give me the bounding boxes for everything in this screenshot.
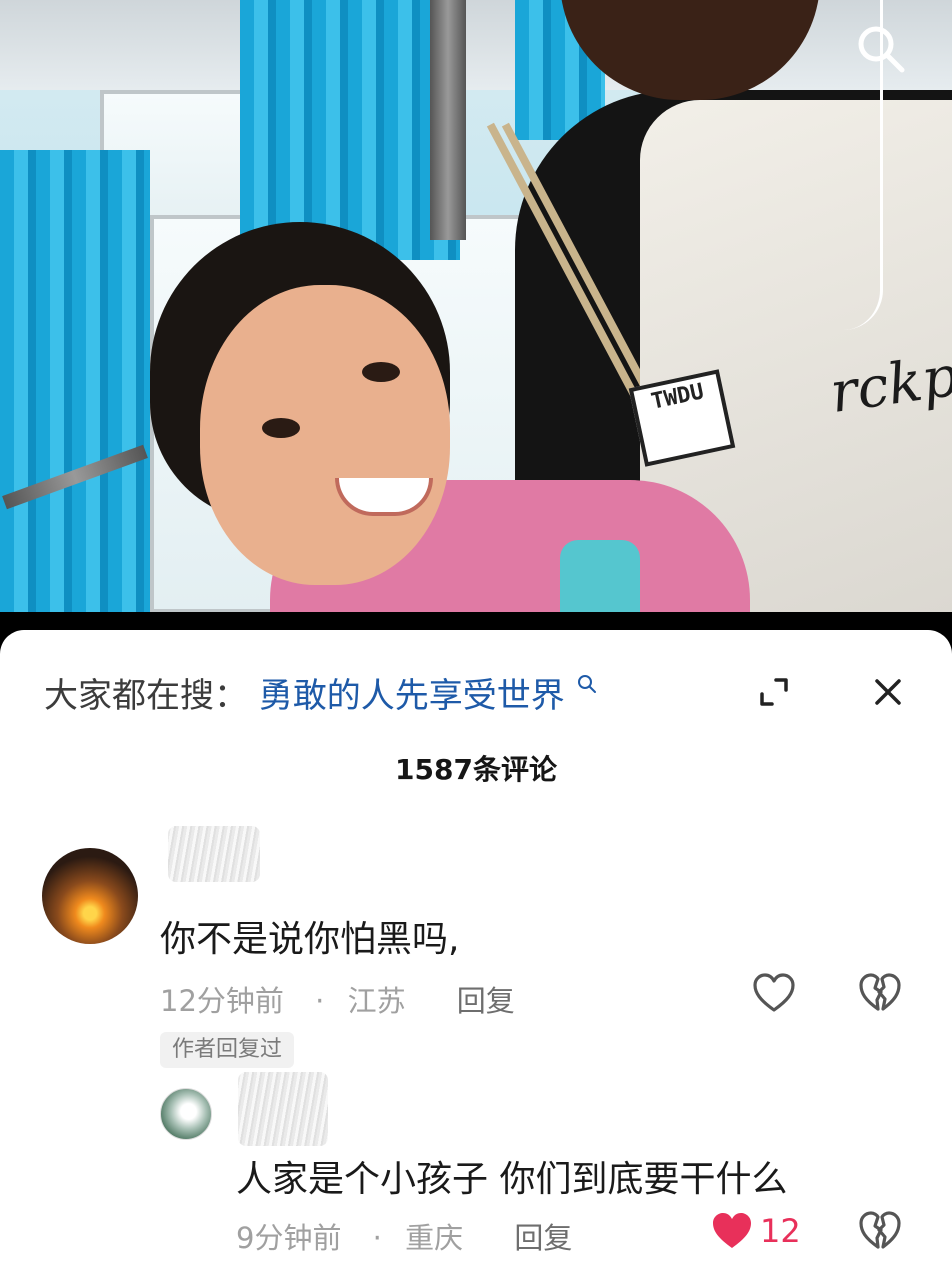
backpack-strap — [560, 540, 640, 612]
video-photo[interactable]: TWDU rckpo — [0, 0, 952, 612]
reply-button[interactable]: 回复 — [514, 1221, 572, 1255]
comment-meta: 12分钟前 · 江苏 回复 — [160, 978, 515, 1020]
search-icon — [577, 674, 596, 693]
author-replied-badge: 作者回复过 — [160, 1032, 295, 1068]
reply-text: 人家是个小孩子 你们到底要干什么 — [236, 1159, 788, 1200]
broken-heart-icon — [859, 1211, 901, 1249]
search-icon — [858, 26, 905, 73]
dislike-button[interactable] — [858, 1210, 902, 1255]
grab-pole — [430, 0, 466, 240]
like-count: 12 — [760, 1212, 801, 1250]
heart-icon — [753, 973, 795, 1012]
comment-location: 江苏 — [347, 984, 406, 1018]
hot-search-bar: 大家都在搜： 勇敢的人先享受世界 — [44, 668, 598, 717]
close-button[interactable] — [866, 670, 910, 714]
meta-separator: · — [372, 1221, 382, 1255]
reply-time: 9分钟前 — [236, 1221, 342, 1255]
broken-heart-icon — [859, 973, 901, 1011]
avatar[interactable] — [42, 848, 138, 944]
heart-icon — [713, 1213, 751, 1248]
avatar[interactable] — [160, 1088, 212, 1140]
reply-meta: 9分钟前 · 重庆 回复 — [236, 1215, 572, 1257]
girl-eye-right — [362, 362, 400, 382]
dislike-button[interactable] — [858, 972, 902, 1017]
comment-sheet: 大家都在搜： 勇敢的人先享受世界 1587条评论 你不是说你怕黑吗, 12分钟前… — [0, 630, 952, 1280]
search-button[interactable] — [852, 20, 908, 76]
curtain-left — [0, 150, 150, 612]
expand-icon — [760, 678, 788, 706]
comments-count: 1587条评论 — [395, 753, 557, 786]
hot-search-label: 大家都在搜： — [44, 676, 248, 716]
expand-button[interactable] — [752, 670, 796, 714]
comment-text: 你不是说你怕黑吗, — [160, 919, 460, 960]
girl-face — [200, 285, 450, 585]
hot-search-term[interactable]: 勇敢的人先享受世界 — [259, 676, 565, 716]
reply-button[interactable]: 回复 — [457, 984, 515, 1018]
like-button[interactable] — [752, 972, 796, 1017]
blurred-username[interactable] — [238, 1072, 328, 1146]
girl-eye-left — [262, 418, 300, 438]
meta-separator: · — [315, 984, 325, 1018]
reply-location: 重庆 — [405, 1221, 464, 1255]
blurred-username[interactable] — [168, 826, 260, 882]
close-icon — [875, 679, 901, 705]
curtain-top — [240, 0, 460, 260]
like-button-liked[interactable] — [710, 1210, 754, 1255]
comment-time: 12分钟前 — [160, 984, 284, 1018]
